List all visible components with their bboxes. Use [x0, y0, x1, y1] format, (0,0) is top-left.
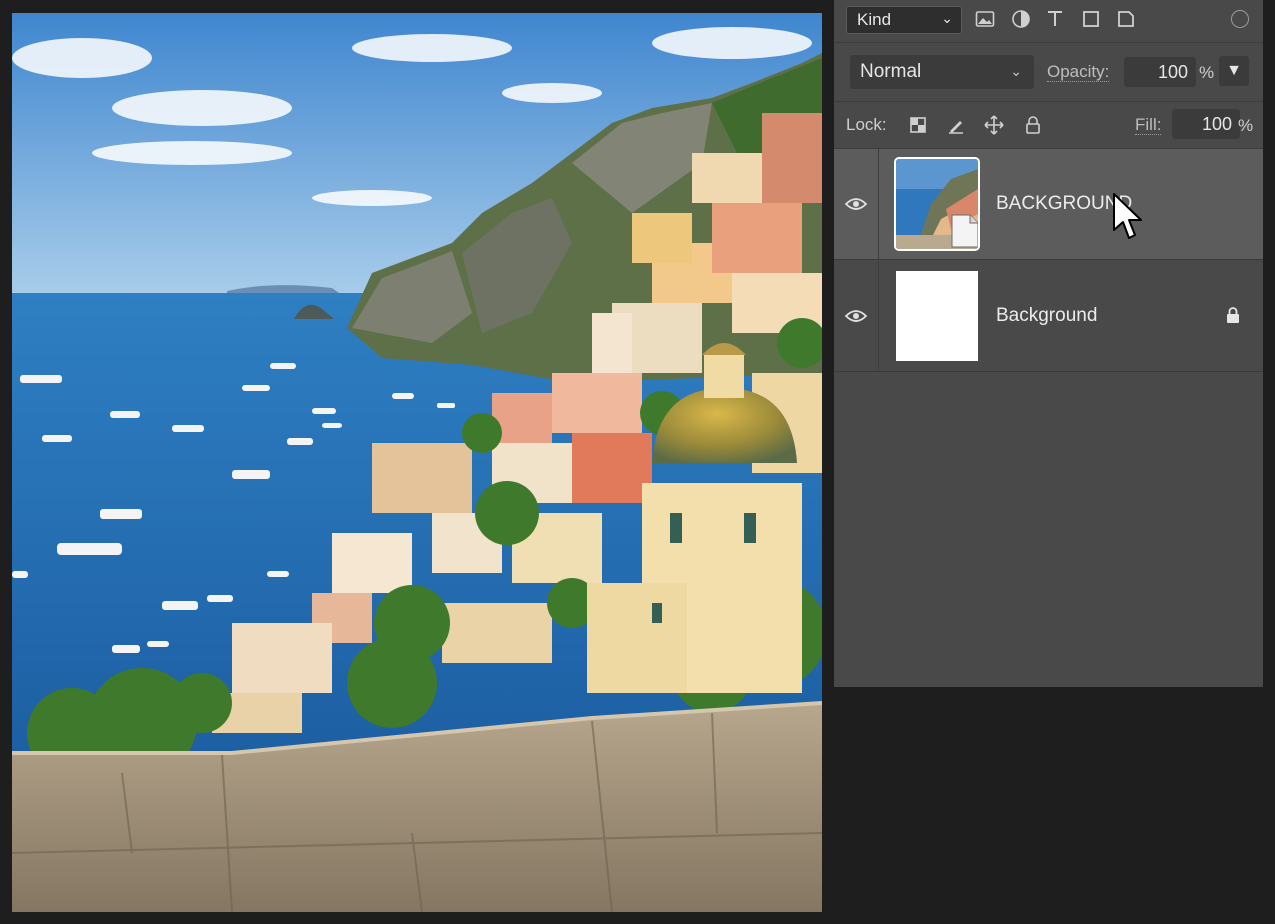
smart-object-filter-icon[interactable] — [1115, 8, 1137, 30]
lock-transparent-pixels-icon[interactable] — [907, 114, 929, 136]
eye-icon — [845, 310, 867, 322]
shape-filter-icon[interactable] — [1080, 8, 1102, 30]
layer-thumbnail[interactable] — [894, 157, 980, 251]
adjustment-filter-icon[interactable] — [1010, 8, 1032, 30]
chevron-down-icon: ⌄ — [1010, 63, 1022, 79]
opacity-slider-toggle-icon[interactable]: ▼ — [1219, 56, 1249, 86]
layer-row-background[interactable]: Background — [834, 261, 1263, 372]
layer-filter-bar: Kind ⌄ — [834, 0, 1263, 43]
opacity-unit: % — [1199, 63, 1215, 82]
fill-label[interactable]: Fill: — [1135, 116, 1162, 135]
filter-toggle-icon[interactable] — [1231, 10, 1249, 28]
lock-icon — [1227, 307, 1239, 323]
lock-fill-bar: Lock: Fill: 100 % — [834, 102, 1263, 149]
chevron-down-icon: ⌄ — [941, 10, 953, 26]
opacity-label[interactable]: Opacity: — [1047, 63, 1110, 82]
lock-label: Lock: — [846, 115, 887, 134]
mouse-cursor-icon — [1113, 193, 1142, 239]
blend-opacity-bar: Normal ⌄ Opacity: 100 % — [834, 43, 1263, 102]
layer-row-background-smart-object[interactable]: BACKGROUND — [834, 149, 1263, 260]
lock-all-icon[interactable] — [1022, 114, 1044, 136]
coastal-village-photo — [12, 13, 822, 912]
type-filter-icon[interactable] — [1044, 8, 1066, 30]
layer-visibility-toggle[interactable] — [834, 261, 879, 371]
eye-icon — [845, 198, 867, 210]
lock-position-icon[interactable] — [983, 114, 1005, 136]
filter-kind-label: Kind — [857, 10, 892, 29]
blend-mode-value: Normal — [860, 61, 922, 82]
layers-panel: Kind ⌄ Normal ⌄ Opacity: 100 % ▼ Lock: F… — [834, 0, 1263, 687]
image-filter-icon[interactable] — [974, 8, 996, 30]
filter-kind-select[interactable]: Kind ⌄ — [846, 6, 962, 34]
document-canvas[interactable] — [12, 13, 822, 912]
fill-field[interactable]: 100 — [1172, 109, 1240, 139]
layer-visibility-toggle[interactable] — [834, 149, 879, 259]
layer-name[interactable]: Background — [996, 305, 1097, 327]
layer-thumbnail[interactable] — [896, 271, 978, 361]
opacity-field[interactable]: 100 — [1124, 57, 1196, 87]
blend-mode-select[interactable]: Normal ⌄ — [850, 55, 1034, 89]
fill-unit: % — [1238, 116, 1254, 135]
lock-image-pixels-icon[interactable] — [945, 114, 967, 136]
